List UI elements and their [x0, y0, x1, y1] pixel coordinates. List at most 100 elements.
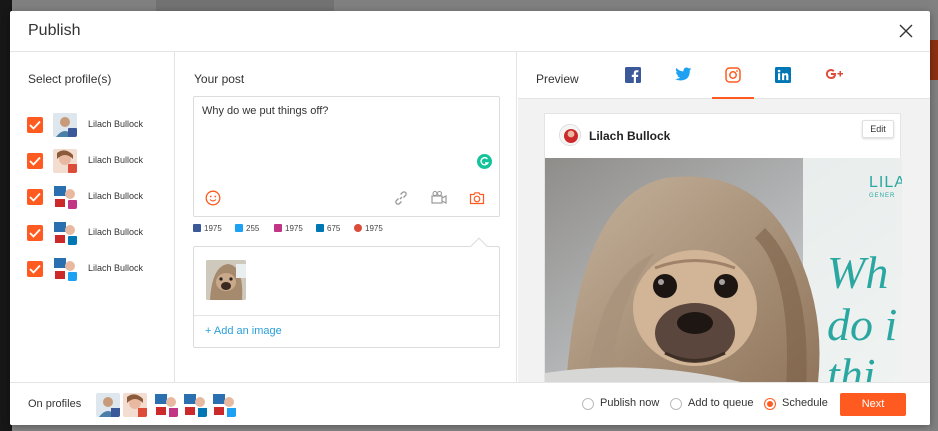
- profile-row[interactable]: Lilach Bullock: [27, 221, 167, 245]
- count-value: 255: [246, 224, 260, 233]
- avatar: [53, 113, 77, 137]
- twitter-icon: [68, 272, 77, 281]
- tab-twitter[interactable]: [662, 52, 704, 99]
- linkedin-icon: [68, 236, 77, 245]
- google-plus-icon: [138, 408, 147, 417]
- modal-title: Publish: [28, 22, 81, 39]
- schedule-radio[interactable]: [764, 398, 776, 410]
- linkedin-icon: [775, 67, 791, 83]
- add-to-queue-label[interactable]: Add to queue: [688, 397, 753, 409]
- modal-header: Publish: [10, 11, 930, 52]
- overlay-brand: LILA: [869, 174, 902, 191]
- facebook-icon: [68, 128, 77, 137]
- add-image-link[interactable]: + Add an image: [205, 325, 282, 337]
- google-plus-icon: [825, 69, 843, 80]
- twitter-icon: [227, 408, 236, 417]
- profile-checkbox[interactable]: [27, 261, 43, 277]
- profile-name: Lilach Bullock: [88, 191, 144, 201]
- overlay-brand-sub: GENER: [869, 193, 896, 199]
- close-icon[interactable]: [898, 23, 914, 39]
- media-divider: [194, 315, 499, 316]
- profiles-panel: Select profile(s) Lilach Bullock Lilach …: [10, 52, 175, 382]
- count-value: 675: [327, 224, 341, 233]
- tab-linkedin[interactable]: [762, 52, 804, 99]
- twitter-icon: [235, 224, 243, 232]
- profile-name: Lilach Bullock: [88, 263, 144, 273]
- tab-instagram[interactable]: [712, 52, 754, 99]
- profile-checkbox[interactable]: [27, 153, 43, 169]
- preview-image: LILA GENER Wh do i thi: [545, 158, 902, 382]
- next-button[interactable]: Next: [840, 393, 906, 416]
- linkedin-icon: [198, 408, 207, 417]
- facebook-icon: [111, 408, 120, 417]
- post-heading: Your post: [194, 72, 245, 86]
- linkedin-icon: [316, 224, 324, 232]
- twitter-icon: [675, 67, 692, 81]
- count-value: 1975: [204, 224, 222, 233]
- post-editor[interactable]: Why do we put things off?: [193, 96, 500, 217]
- google-plus-icon: [68, 164, 77, 173]
- profile-checkbox[interactable]: [27, 189, 43, 205]
- on-profiles-label: On profiles: [28, 398, 82, 410]
- profile-row[interactable]: Lilach Bullock: [27, 149, 167, 173]
- avatar: [53, 221, 77, 245]
- overlay-line: Wh: [827, 247, 889, 298]
- google-plus-count: 1975: [354, 224, 383, 233]
- facebook-icon: [625, 67, 641, 83]
- publish-now-radio[interactable]: [582, 398, 594, 410]
- grammarly-icon[interactable]: [477, 154, 492, 169]
- modal-footer: On profiles Publish now Add to queue Sch…: [10, 382, 930, 425]
- facebook-icon: [193, 224, 201, 232]
- instagram-icon: [68, 200, 77, 209]
- profile-row[interactable]: Lilach Bullock: [27, 257, 167, 281]
- camera-icon[interactable]: [469, 190, 485, 206]
- emoji-icon[interactable]: [205, 190, 221, 206]
- post-panel: Your post Why do we put things off? 1975…: [176, 52, 517, 382]
- avatar: [53, 257, 77, 281]
- avatar: [53, 185, 77, 209]
- profile-checkbox[interactable]: [27, 225, 43, 241]
- instagram-count: 1975: [274, 224, 303, 233]
- instagram-icon: [725, 67, 741, 83]
- profile-name: Lilach Bullock: [88, 227, 144, 237]
- schedule-label[interactable]: Schedule: [782, 397, 828, 409]
- avatar: [53, 149, 77, 173]
- instagram-icon: [169, 408, 178, 417]
- overlay-line: thi: [827, 349, 876, 382]
- edit-button[interactable]: Edit: [862, 120, 894, 138]
- profiles-heading: Select profile(s): [28, 72, 112, 86]
- overlay-line: do i: [827, 299, 898, 350]
- count-value: 1975: [285, 224, 303, 233]
- preview-heading: Preview: [536, 72, 579, 86]
- tab-google-plus[interactable]: [812, 52, 854, 99]
- preview-card: Lilach Bullock Edit LILA GENER Wh do i t…: [544, 113, 902, 382]
- avatar: [212, 393, 236, 417]
- video-icon[interactable]: [431, 190, 447, 206]
- avatar: [183, 393, 207, 417]
- media-thumbnail[interactable]: [206, 260, 246, 300]
- media-caret: [470, 237, 488, 255]
- google-plus-icon: [354, 224, 362, 232]
- avatar: [154, 393, 178, 417]
- profile-checkbox[interactable]: [27, 117, 43, 133]
- add-to-queue-radio[interactable]: [670, 398, 682, 410]
- preview-user-name: Lilach Bullock: [589, 129, 671, 143]
- instagram-icon: [274, 224, 282, 232]
- post-text[interactable]: Why do we put things off?: [202, 105, 328, 117]
- profile-row[interactable]: Lilach Bullock: [27, 185, 167, 209]
- avatar: [96, 393, 120, 417]
- media-box: + Add an image: [193, 237, 500, 348]
- profile-row[interactable]: Lilach Bullock: [27, 113, 167, 137]
- publish-modal: Publish Select profile(s) Lilach Bullock…: [10, 11, 930, 425]
- preview-tabs: Preview: [518, 52, 930, 99]
- preview-panel: Preview Lilach Bullock Edit LILA GENER W…: [518, 52, 930, 382]
- profile-name: Lilach Bullock: [88, 119, 144, 129]
- link-icon[interactable]: [393, 190, 409, 206]
- twitter-count: 255: [235, 224, 259, 233]
- facebook-count: 1975: [193, 224, 222, 233]
- tab-facebook[interactable]: [612, 52, 654, 99]
- publish-now-label[interactable]: Publish now: [600, 397, 659, 409]
- avatar: [559, 124, 581, 146]
- linkedin-count: 675: [316, 224, 340, 233]
- count-value: 1975: [365, 224, 383, 233]
